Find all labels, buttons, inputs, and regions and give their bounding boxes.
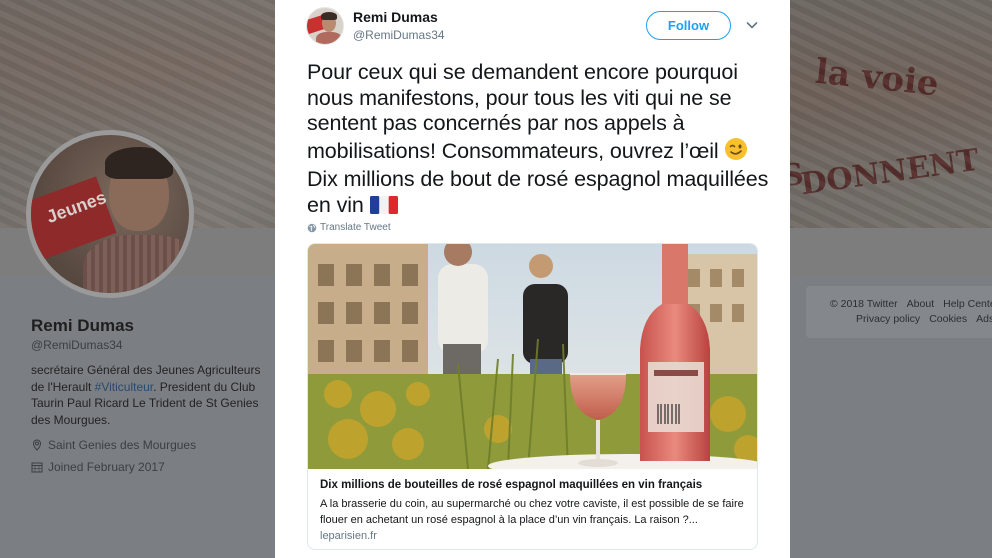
- tweet-modal: Remi Dumas @RemiDumas34 Follow Pour ceux…: [275, 0, 790, 558]
- footer-links-row: Privacy policy Cookies Ads info: [856, 313, 992, 325]
- author-name[interactable]: Remi Dumas: [353, 9, 438, 25]
- banner-text: la voie: [813, 51, 941, 105]
- avatar-shirt: [316, 32, 342, 44]
- profile-avatar[interactable]: Jeunes: [26, 130, 194, 298]
- translate-tweet-link[interactable]: Translate Tweet: [307, 222, 391, 233]
- footer-card: [806, 286, 992, 338]
- translate-label: Translate Tweet: [320, 222, 391, 233]
- footer-link-help-center[interactable]: Help Center: [943, 298, 992, 310]
- banner-text: DONNENT: [798, 142, 982, 203]
- profile-location: Saint Genies des Mourgues: [31, 438, 196, 452]
- avatar-banner-text: Jeunes: [43, 186, 109, 228]
- footer-link-privacy[interactable]: Privacy policy: [856, 313, 920, 325]
- avatar-hair: [321, 12, 337, 20]
- rose-wine-photo: [308, 244, 757, 469]
- tweet-text: Pour ceux qui se demandent encore pourqu…: [307, 60, 777, 221]
- profile-bio: secrétaire Général des Jeunes Agriculteu…: [31, 362, 266, 428]
- author-avatar[interactable]: [306, 7, 344, 45]
- footer-copyright: © 2018 Twitter: [830, 298, 898, 310]
- footer-link-cookies[interactable]: Cookies: [929, 313, 967, 325]
- hashtag-link[interactable]: #Viticulteur: [95, 380, 153, 394]
- card-title: Dix millions de bouteilles de rosé espag…: [320, 479, 703, 491]
- footer-link-ads-info[interactable]: Ads info: [976, 313, 992, 325]
- profile-handle[interactable]: @RemiDumas34: [31, 338, 123, 352]
- globe-icon: [307, 223, 317, 232]
- footer-links-row: © 2018 Twitter About Help Center: [830, 298, 992, 310]
- joined-text: Joined February 2017: [48, 460, 165, 474]
- author-handle[interactable]: @RemiDumas34: [353, 28, 445, 42]
- link-preview-card[interactable]: Dix millions de bouteilles de rosé espag…: [307, 243, 758, 550]
- avatar-hair: [105, 147, 173, 179]
- profile-joined: Joined February 2017: [31, 460, 165, 474]
- wink-emoji-icon: [724, 137, 748, 168]
- card-image: [308, 244, 757, 469]
- calendar-icon: [31, 462, 43, 473]
- profile-name[interactable]: Remi Dumas: [31, 316, 134, 336]
- follow-button[interactable]: Follow: [646, 11, 731, 40]
- card-domain: leparisien.fr: [320, 530, 377, 542]
- tweet-text-part: Pour ceux qui se demandent encore pourqu…: [307, 60, 738, 163]
- footer-link-about[interactable]: About: [907, 298, 934, 310]
- location-text: Saint Genies des Mourgues: [48, 438, 197, 452]
- france-flag-icon: [369, 195, 398, 222]
- chevron-down-icon[interactable]: [745, 18, 759, 32]
- card-description: A la brasserie du coin, au supermarché o…: [320, 498, 744, 526]
- avatar-shirt: [83, 235, 189, 293]
- location-pin-icon: [32, 439, 42, 451]
